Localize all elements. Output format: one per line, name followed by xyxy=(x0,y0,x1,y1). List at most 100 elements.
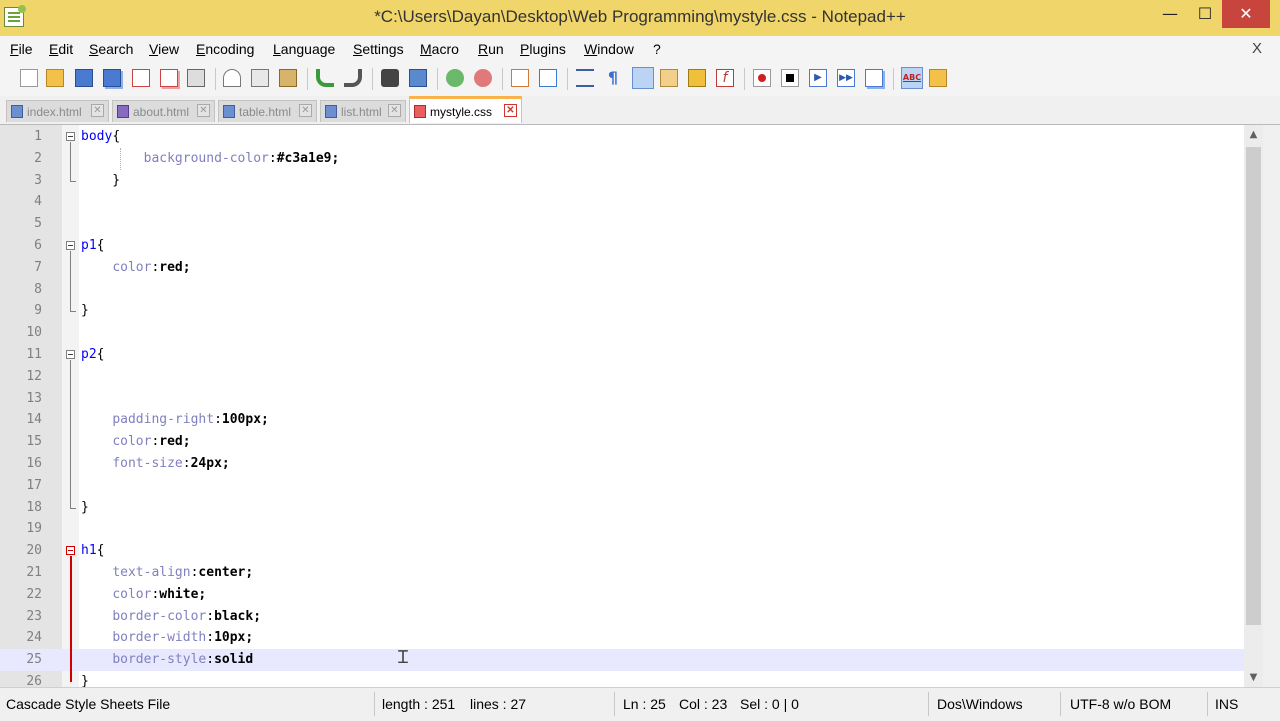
fold-toggle-icon[interactable] xyxy=(66,132,75,141)
status-eol-format[interactable]: Dos\Windows xyxy=(937,696,1023,712)
undo-icon[interactable] xyxy=(316,69,334,87)
menu-file[interactable]: File xyxy=(10,41,33,57)
code-line[interactable]: 21 text-align:center; xyxy=(0,562,1244,584)
code-area[interactable]: 1 body{2 background-color:#c3a1e9; 3 } 4 5 6 p… xyxy=(0,125,1244,687)
fold-toggle-icon[interactable] xyxy=(66,350,75,359)
menu-search[interactable]: Search xyxy=(89,41,133,57)
code-line[interactable]: 1 body{ xyxy=(0,126,1244,148)
tab-index-html[interactable]: index.html ✕ xyxy=(6,100,109,122)
code-line[interactable]: 26} xyxy=(0,671,1244,687)
vertical-scrollbar[interactable]: ▲ ▼ xyxy=(1244,125,1263,687)
code-line[interactable]: 22 color:white; xyxy=(0,584,1244,606)
code-line[interactable]: 11 p2{ xyxy=(0,344,1244,366)
new-file-icon[interactable] xyxy=(20,69,38,87)
tab-list-html[interactable]: list.html ✕ xyxy=(320,100,406,122)
toolbar-separator xyxy=(307,68,308,90)
code-line[interactable]: 13 xyxy=(0,388,1244,410)
save-macro-icon[interactable] xyxy=(865,69,883,87)
code-line[interactable]: 10 xyxy=(0,322,1244,344)
cut-icon[interactable] xyxy=(223,69,241,87)
code-line[interactable]: 16 font-size:24px; xyxy=(0,453,1244,475)
paste-icon[interactable] xyxy=(279,69,297,87)
minimize-button[interactable]: — xyxy=(1150,0,1190,28)
code-line[interactable]: 5 xyxy=(0,213,1244,235)
menu-help[interactable]: ? xyxy=(653,41,661,57)
scroll-down-arrow-icon[interactable]: ▼ xyxy=(1244,668,1263,687)
tab-about-html[interactable]: about.html ✕ xyxy=(112,100,215,122)
play-macro-icon[interactable]: ▶ xyxy=(809,69,827,87)
tab-close-icon[interactable]: ✕ xyxy=(91,104,104,117)
code-line[interactable]: 25 border-style:solid xyxy=(0,649,1244,671)
close-document-button[interactable]: X xyxy=(1252,40,1262,57)
zoom-in-icon[interactable] xyxy=(446,69,464,87)
show-all-chars-icon[interactable]: ¶ xyxy=(604,69,622,87)
save-icon[interactable] xyxy=(75,69,93,87)
user-language-icon[interactable] xyxy=(660,69,678,87)
record-macro-icon[interactable] xyxy=(753,69,771,87)
editor-pane[interactable]: 1 body{2 background-color:#c3a1e9; 3 } 4 5 6 p… xyxy=(0,125,1280,687)
code-line[interactable]: 7 color:red; xyxy=(0,257,1244,279)
save-all-icon[interactable] xyxy=(103,69,121,87)
open-file-icon[interactable] xyxy=(46,69,64,87)
word-wrap-icon[interactable] xyxy=(576,69,594,87)
tab-close-icon[interactable]: ✕ xyxy=(504,104,517,117)
zoom-out-icon[interactable] xyxy=(474,69,492,87)
tab-close-icon[interactable]: ✕ xyxy=(388,104,401,117)
menu-view[interactable]: View xyxy=(149,41,179,57)
line-number: 2 xyxy=(34,150,42,166)
fold-toggle-icon[interactable] xyxy=(66,546,75,556)
menu-language[interactable]: Language xyxy=(273,41,335,57)
code-line[interactable]: 23 border-color:black; xyxy=(0,606,1244,628)
maximize-button[interactable]: ☐ xyxy=(1185,0,1225,28)
stop-record-icon[interactable] xyxy=(781,69,799,87)
replace-icon[interactable] xyxy=(409,69,427,87)
code-line[interactable]: 20 h1{ xyxy=(0,540,1244,562)
tab-close-icon[interactable]: ✕ xyxy=(197,104,210,117)
tab-mystyle-css[interactable]: mystyle.css ✕ xyxy=(409,96,522,123)
code-line[interactable]: 6 p1{ xyxy=(0,235,1244,257)
close-all-icon[interactable] xyxy=(160,69,178,87)
document-map-icon[interactable] xyxy=(688,69,706,87)
print-icon[interactable] xyxy=(187,69,205,87)
menu-macro[interactable]: Macro xyxy=(420,41,459,57)
scrollbar-thumb[interactable] xyxy=(1246,147,1261,625)
indent-guide-icon[interactable] xyxy=(632,67,654,89)
code-line[interactable]: 9} xyxy=(0,300,1244,322)
sync-horizontal-icon[interactable] xyxy=(539,69,557,87)
code-line[interactable]: 3 } xyxy=(0,170,1244,192)
status-insert-mode[interactable]: INS xyxy=(1215,696,1238,712)
code-line[interactable]: 24 border-width:10px; xyxy=(0,627,1244,649)
code-line[interactable]: 14 padding-right:100px; xyxy=(0,409,1244,431)
css-colon: : xyxy=(182,456,191,471)
code-line[interactable]: 18} xyxy=(0,497,1244,519)
menu-run[interactable]: Run xyxy=(478,41,504,57)
code-line[interactable]: 17 xyxy=(0,475,1244,497)
folder-as-workspace-icon[interactable] xyxy=(929,69,947,87)
code-line[interactable]: 4 xyxy=(0,191,1244,213)
tab-close-icon[interactable]: ✕ xyxy=(299,104,312,117)
tab-table-html[interactable]: table.html ✕ xyxy=(218,100,317,122)
scroll-up-arrow-icon[interactable]: ▲ xyxy=(1244,125,1263,144)
spell-check-icon[interactable]: ABC xyxy=(901,67,923,89)
redo-icon[interactable] xyxy=(344,69,362,87)
code-line[interactable]: 12 xyxy=(0,366,1244,388)
menu-plugins[interactable]: Plugins xyxy=(520,41,566,57)
code-line[interactable]: 8 xyxy=(0,279,1244,301)
menu-edit[interactable]: Edit xyxy=(49,41,73,57)
sync-vertical-icon[interactable] xyxy=(511,69,529,87)
menu-settings[interactable]: Settings xyxy=(353,41,404,57)
close-icon[interactable] xyxy=(132,69,150,87)
copy-icon[interactable] xyxy=(251,69,269,87)
code-line[interactable]: 19 xyxy=(0,518,1244,540)
code-line[interactable]: 2 background-color:#c3a1e9; xyxy=(0,148,1244,170)
fold-toggle-icon[interactable] xyxy=(66,241,75,250)
close-window-button[interactable]: ✕ xyxy=(1222,0,1270,28)
function-list-icon[interactable]: f xyxy=(716,69,734,87)
code-line[interactable]: 15 color:red; xyxy=(0,431,1244,453)
menu-window[interactable]: Window xyxy=(584,41,634,57)
find-icon[interactable] xyxy=(381,69,399,87)
tab-label: index.html xyxy=(27,105,82,119)
menu-encoding[interactable]: Encoding xyxy=(196,41,254,57)
run-macro-multiple-icon[interactable]: ▶▶ xyxy=(837,69,855,87)
